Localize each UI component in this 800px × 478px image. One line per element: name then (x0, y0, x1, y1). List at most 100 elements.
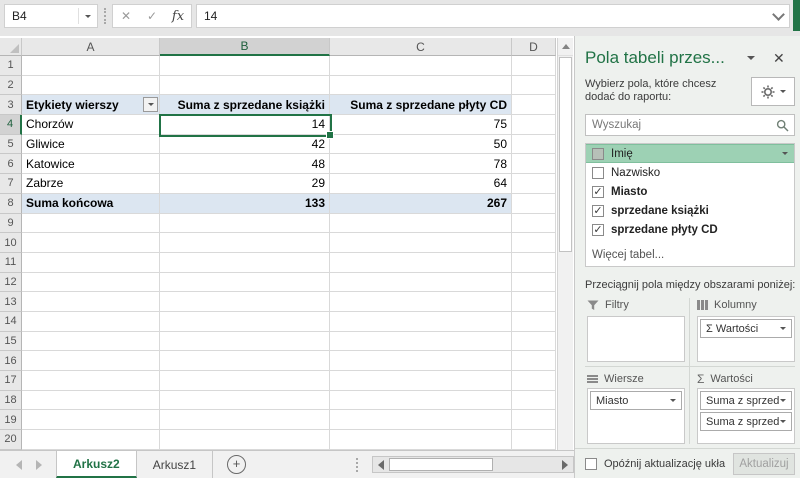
row-header-9[interactable]: 9 (0, 214, 22, 234)
field-checkbox[interactable] (592, 148, 604, 160)
field-caret-icon[interactable] (782, 152, 788, 155)
cell-A12[interactable] (22, 273, 160, 293)
cell-A10[interactable] (22, 233, 160, 253)
row-header-6[interactable]: 6 (0, 154, 22, 174)
cell-B19[interactable] (160, 410, 330, 430)
cell-D9[interactable] (512, 214, 556, 234)
area-chip-values[interactable]: Suma z sprzed... (700, 391, 792, 410)
row-header-2[interactable]: 2 (0, 76, 22, 96)
row-header-13[interactable]: 13 (0, 292, 22, 312)
cell-B5[interactable]: 42 (160, 135, 330, 155)
row-header-8[interactable]: 8 (0, 194, 22, 214)
horizontal-scrollbar[interactable] (372, 456, 574, 473)
cell-B10[interactable] (160, 233, 330, 253)
cell-D11[interactable] (512, 253, 556, 273)
chip-caret-icon[interactable] (670, 399, 676, 402)
row-header-7[interactable]: 7 (0, 174, 22, 194)
cell-D10[interactable] (512, 233, 556, 253)
vertical-scrollbar[interactable] (557, 38, 573, 450)
cell-C10[interactable] (330, 233, 512, 253)
cell-C6[interactable]: 78 (330, 154, 512, 174)
row-header-19[interactable]: 19 (0, 410, 22, 430)
row-labels-filter-icon[interactable] (143, 97, 158, 112)
cell-A6[interactable]: Katowice (22, 154, 160, 174)
cell-A19[interactable] (22, 410, 160, 430)
cell-B2[interactable] (160, 76, 330, 96)
row-header-1[interactable]: 1 (0, 56, 22, 76)
sheet-tab-arkusz1[interactable]: Arkusz1 (137, 451, 213, 478)
cell-B13[interactable] (160, 292, 330, 312)
cancel-icon[interactable]: ✕ (113, 9, 139, 23)
cell-A1[interactable] (22, 56, 160, 76)
cell-D2[interactable] (512, 76, 556, 96)
column-header-C[interactable]: C (330, 38, 512, 56)
cell-D3[interactable] (512, 95, 556, 115)
row-header-10[interactable]: 10 (0, 233, 22, 253)
defer-checkbox[interactable] (585, 458, 597, 470)
cell-A2[interactable] (22, 76, 160, 96)
cell-D14[interactable] (512, 312, 556, 332)
cell-A13[interactable] (22, 292, 160, 312)
name-box-caret-icon[interactable] (79, 15, 97, 18)
cell-C18[interactable] (330, 391, 512, 411)
chip-caret-icon[interactable] (780, 399, 786, 402)
new-sheet-button[interactable]: + (213, 451, 260, 478)
chip-caret-icon[interactable] (780, 327, 786, 330)
column-header-B[interactable]: B (160, 38, 330, 56)
horizontal-scroll-thumb[interactable] (389, 458, 493, 471)
more-tables-link[interactable]: Więcej tabel... (586, 239, 794, 267)
cell-A16[interactable] (22, 351, 160, 371)
row-header-4[interactable]: 4 (0, 115, 22, 135)
scroll-up-icon[interactable] (558, 38, 573, 56)
cell-B9[interactable] (160, 214, 330, 234)
cell-C1[interactable] (330, 56, 512, 76)
field-item-1[interactable]: Nazwisko (586, 163, 794, 182)
field-checkbox[interactable]: ✓ (592, 205, 604, 217)
cell-B12[interactable] (160, 273, 330, 293)
cell-A18[interactable] (22, 391, 160, 411)
field-item-0[interactable]: Imię (586, 144, 794, 163)
row-header-11[interactable]: 11 (0, 253, 22, 273)
values-area-box[interactable]: Suma z sprzed...Suma z sprzed... (697, 388, 795, 444)
cell-A4[interactable]: Chorzów (22, 115, 160, 135)
prev-sheet-icon[interactable] (16, 460, 22, 470)
cell-C3[interactable]: Suma z sprzedane płyty CD (330, 95, 512, 115)
cell-D8[interactable] (512, 194, 556, 214)
cell-A7[interactable]: Zabrze (22, 174, 160, 194)
cell-C11[interactable] (330, 253, 512, 273)
row-header-17[interactable]: 17 (0, 371, 22, 391)
cell-B3[interactable]: Suma z sprzedane książki (160, 95, 330, 115)
cell-C14[interactable] (330, 312, 512, 332)
cell-B4[interactable]: 14 (160, 115, 330, 135)
tools-button[interactable] (751, 77, 795, 106)
cell-D4[interactable] (512, 115, 556, 135)
expand-formula-bar-icon[interactable] (767, 5, 789, 27)
field-checkbox[interactable] (592, 167, 604, 179)
cell-A8[interactable]: Suma końcowa (22, 194, 160, 214)
row-header-5[interactable]: 5 (0, 135, 22, 155)
cell-B1[interactable] (160, 56, 330, 76)
enter-icon[interactable]: ✓ (139, 9, 165, 23)
area-chip-columns[interactable]: Σ Wartości (700, 319, 792, 338)
cell-C17[interactable] (330, 371, 512, 391)
cell-B11[interactable] (160, 253, 330, 273)
cell-B20[interactable] (160, 430, 330, 450)
row-header-12[interactable]: 12 (0, 273, 22, 293)
field-checkbox[interactable]: ✓ (592, 186, 604, 198)
chip-caret-icon[interactable] (780, 420, 786, 423)
field-item-3[interactable]: ✓sprzedane książki (586, 201, 794, 220)
cell-A5[interactable]: Gliwice (22, 135, 160, 155)
cell-B14[interactable] (160, 312, 330, 332)
cell-B6[interactable]: 48 (160, 154, 330, 174)
field-item-4[interactable]: ✓sprzedane płyty CD (586, 220, 794, 239)
insert-function-icon[interactable]: fx (165, 9, 191, 24)
columns-area-box[interactable]: Σ Wartości (697, 316, 795, 362)
cell-A15[interactable] (22, 332, 160, 352)
cell-D5[interactable] (512, 135, 556, 155)
field-search[interactable] (585, 114, 795, 136)
cell-D1[interactable] (512, 56, 556, 76)
cell-C20[interactable] (330, 430, 512, 450)
cell-B16[interactable] (160, 351, 330, 371)
field-item-2[interactable]: ✓Miasto (586, 182, 794, 201)
pane-options-caret-icon[interactable] (747, 60, 755, 78)
